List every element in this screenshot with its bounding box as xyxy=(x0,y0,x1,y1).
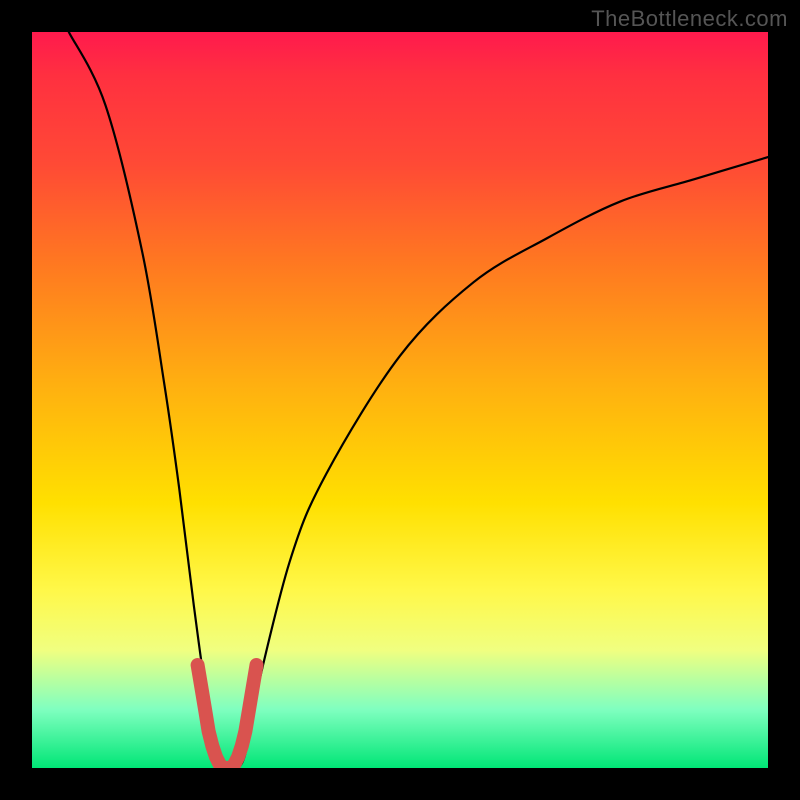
main-curve xyxy=(69,32,768,768)
chart-frame: TheBottleneck.com xyxy=(0,0,800,800)
plot-area xyxy=(32,32,768,768)
watermark-text: TheBottleneck.com xyxy=(591,6,788,32)
curve-svg xyxy=(32,32,768,768)
highlight-markers xyxy=(198,665,257,768)
